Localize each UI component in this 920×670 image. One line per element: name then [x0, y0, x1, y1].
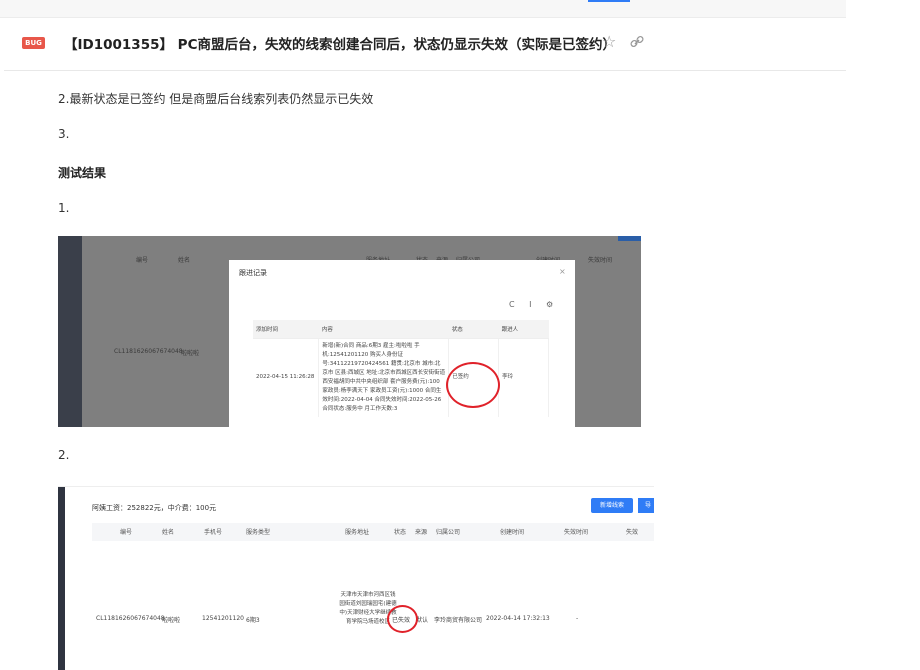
- sidebar: [58, 236, 82, 427]
- add-lead-button[interactable]: 新增线索: [591, 498, 633, 513]
- link-icon[interactable]: [628, 33, 646, 51]
- cell-time: 2022-04-15 11:26:28: [253, 338, 320, 417]
- cell-phone: 12541201120: [202, 615, 244, 622]
- bug-badge: BUG: [22, 37, 45, 49]
- column-header: 内容: [318, 320, 449, 339]
- column-header: 编号: [120, 529, 133, 536]
- content-line-3: 3.: [58, 127, 70, 141]
- bg-row-name: 啦啦啦: [181, 350, 200, 357]
- star-icon[interactable]: ☆: [602, 32, 616, 51]
- content-line-2: 2.最新状态是已签约 但是商盟后台线索列表仍然显示已失效: [58, 92, 374, 106]
- bg-column-header: 失效时间: [588, 257, 613, 264]
- right-margin: [846, 0, 920, 670]
- column-header: 跟进人: [498, 320, 549, 339]
- column-header: 创建时间: [500, 529, 525, 536]
- top-bar: [0, 0, 846, 18]
- dialog-title: 跟进记录: [239, 269, 267, 277]
- issue-header: BUG 【ID1001355】 PC商盟后台，失效的线索创建合同后，状态仍显示失…: [4, 19, 846, 71]
- screenshot-follow-up-dialog: 编号 姓名 服务地址 状态 来源 归属公司 创建时间 失效时间 CL118162…: [58, 236, 641, 427]
- summary-text: 阿姨工资：252822元，中介费：100元: [92, 504, 217, 512]
- column-header: 服务类型: [246, 529, 271, 536]
- export-button[interactable]: 导: [638, 498, 654, 513]
- cell-name: 啦啦啦: [162, 617, 181, 624]
- column-header: 手机号: [204, 529, 223, 536]
- bg-column-header: 编号: [136, 257, 149, 264]
- dialog-toolbar-icons[interactable]: C I ⚙: [509, 300, 559, 309]
- active-tab-indicator: [588, 0, 630, 2]
- result-item-1: 1.: [58, 201, 70, 215]
- cell-created: 2022-04-14 17:32:13: [486, 615, 550, 622]
- issue-title: 【ID1001355】 PC商盟后台，失效的线索创建合同后，状态仍显示失效（实际…: [64, 37, 616, 53]
- follow-up-dialog: 跟进记录 × C I ⚙ 添加时间 内容 状态 跟进人 2022-04-15 1…: [229, 260, 575, 427]
- bg-row-id: CL1181626067674048: [114, 348, 183, 355]
- column-header: 归属公司: [436, 529, 461, 536]
- cell-service: 6期3: [246, 617, 260, 624]
- close-icon[interactable]: ×: [559, 267, 566, 276]
- section-heading: 测试结果: [58, 166, 107, 180]
- column-header: 状态: [394, 529, 407, 536]
- table-row: 2022-04-15 11:26:28 新增(新)合同 商品:6期3 雇主:啦啦…: [253, 338, 549, 417]
- annotation-circle: [387, 605, 418, 633]
- cell-company: 李玲商贸有限公司: [434, 617, 483, 624]
- background-button: [618, 236, 641, 241]
- column-header: 服务地址: [345, 529, 370, 536]
- column-header: 失效: [626, 529, 639, 536]
- sidebar: [58, 487, 65, 670]
- cell-expired: -: [576, 615, 579, 622]
- column-header: 来源: [415, 529, 428, 536]
- bg-column-header: 姓名: [178, 257, 191, 264]
- column-header: 添加时间: [253, 320, 319, 339]
- screenshot-leads-list: 阿姨工资：252822元，中介费：100元 新增线索 导 编号 姓名 手机号 服…: [58, 486, 654, 670]
- cell-content: 新增(新)合同 商品:6期3 雇主:啦啦啦 手机:12541201120 购买人…: [318, 338, 450, 417]
- result-item-2: 2.: [58, 448, 70, 462]
- annotation-circle: [446, 362, 500, 408]
- cell-owner: 李玲: [498, 338, 549, 417]
- follow-up-table: 添加时间 内容 状态 跟进人 2022-04-15 11:26:28 新增(新)…: [253, 320, 549, 417]
- column-header: 状态: [448, 320, 499, 339]
- column-header: 姓名: [162, 529, 175, 536]
- cell-id: CL1181626067674048: [96, 615, 165, 622]
- column-header: 失效时间: [564, 529, 589, 536]
